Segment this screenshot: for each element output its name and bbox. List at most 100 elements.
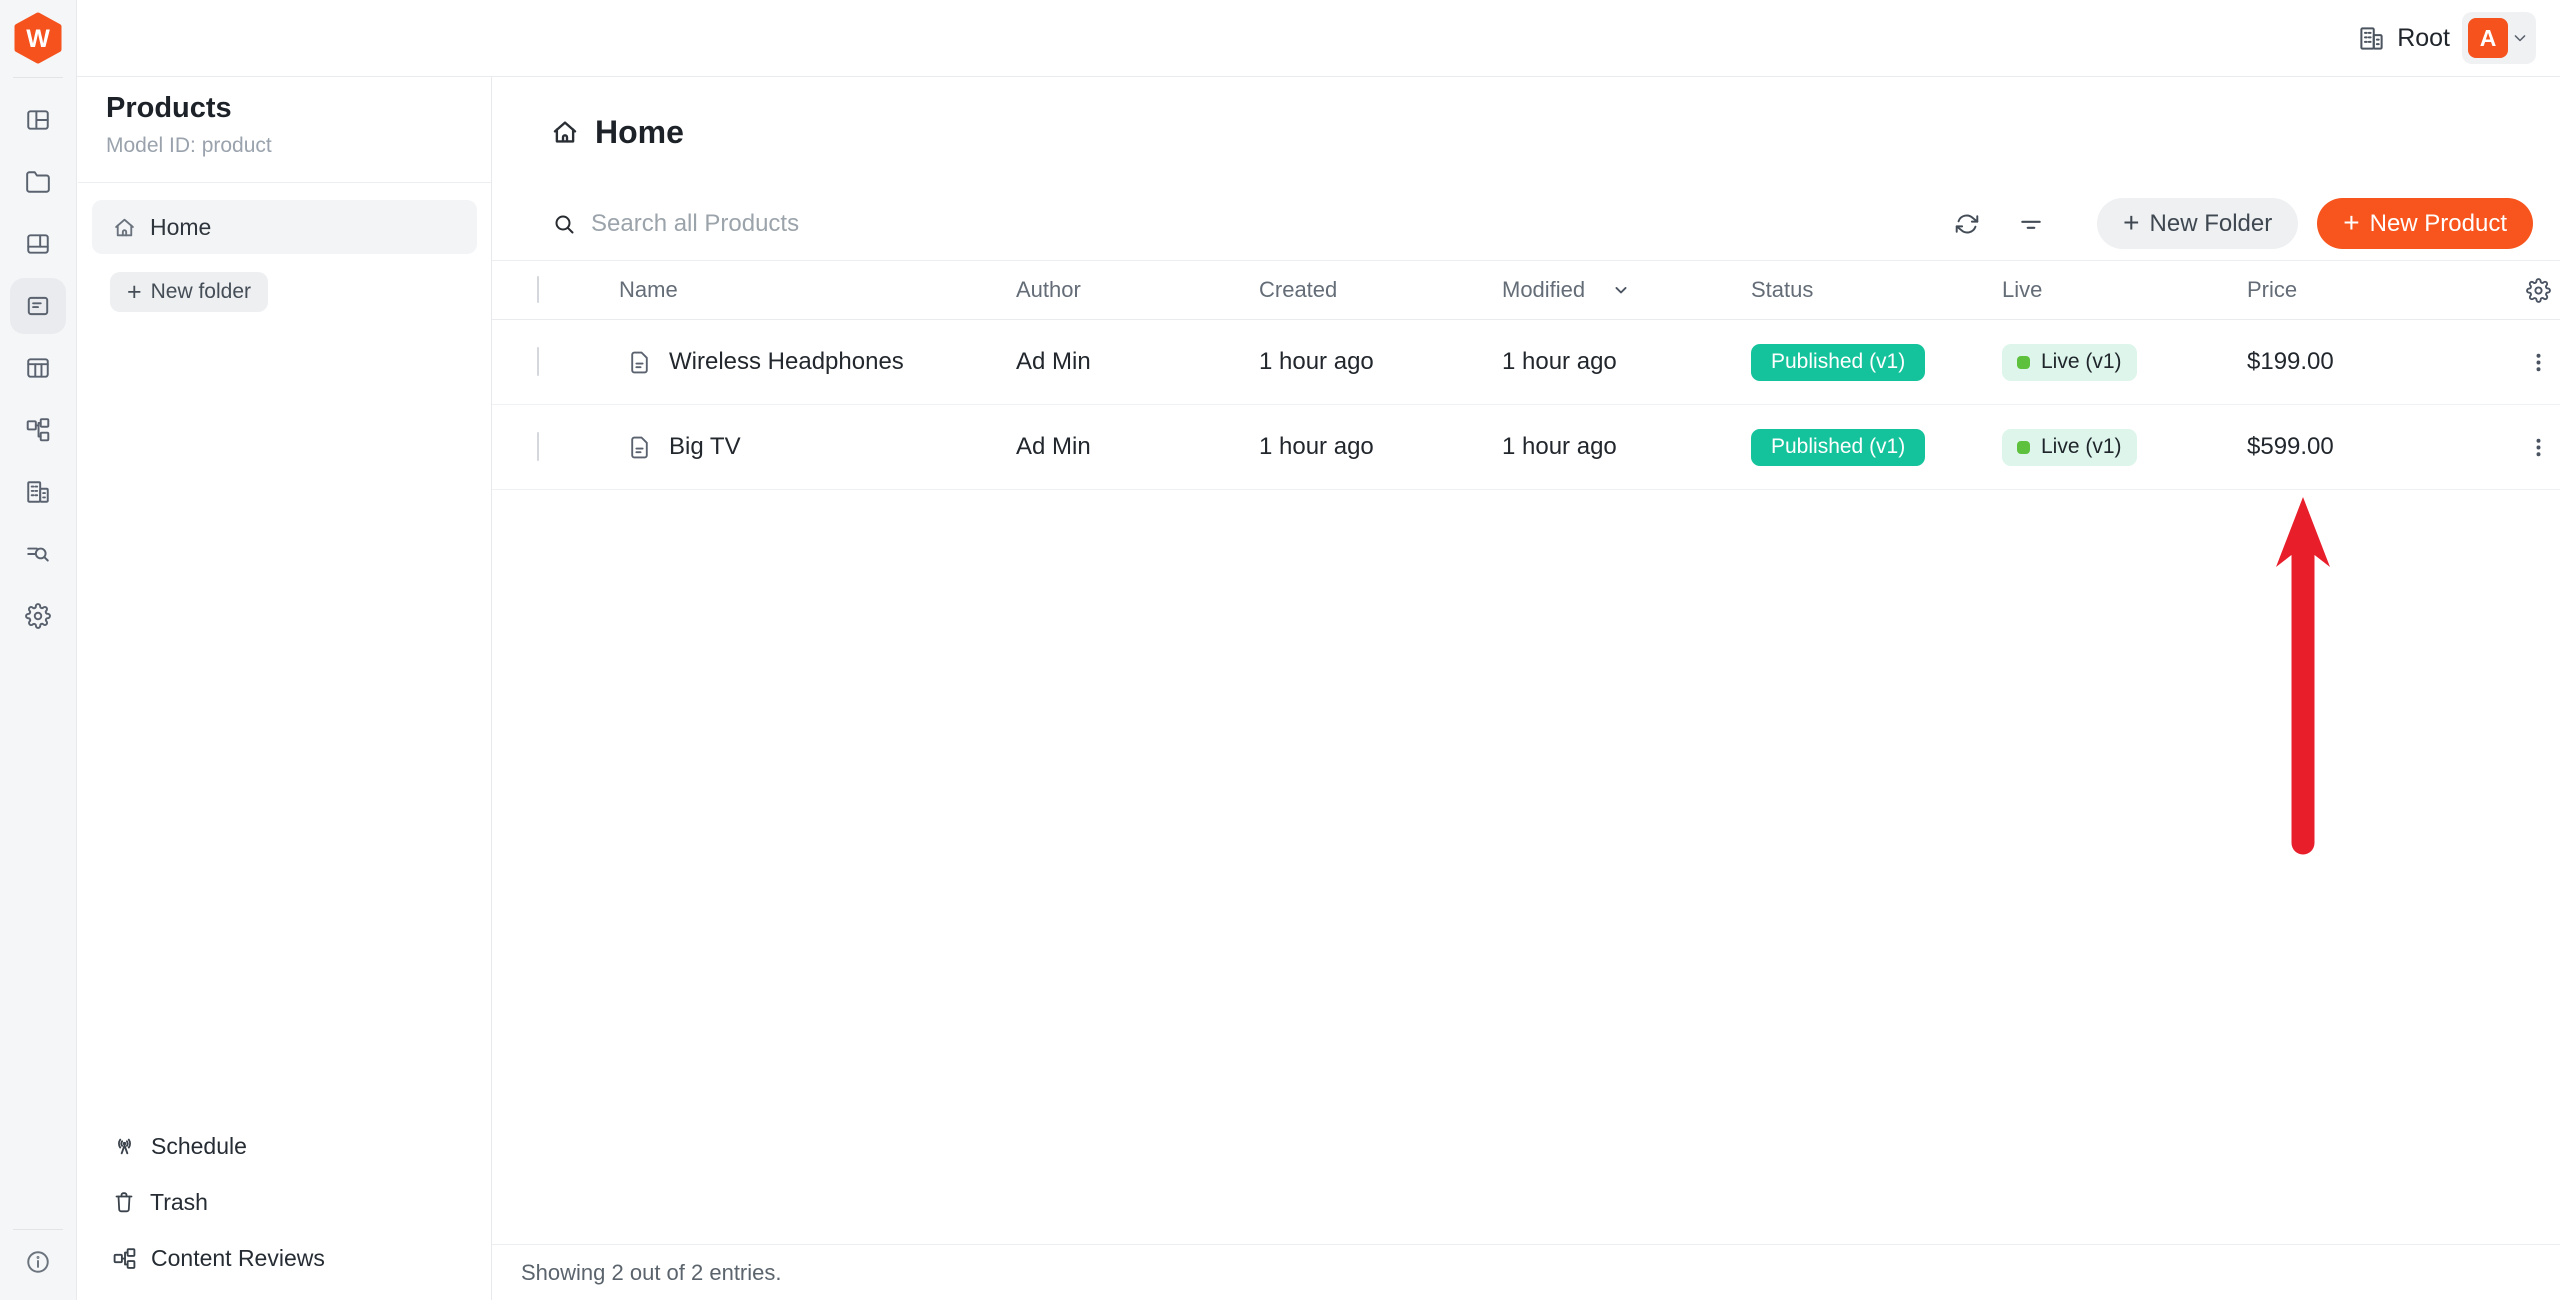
entry-created: 1 hour ago (1259, 348, 1502, 376)
sidebar-item-workflows[interactable] (0, 399, 77, 461)
column-header-created: Created (1259, 277, 1502, 303)
entry-author: Ad Min (1016, 433, 1259, 461)
entry-price: $199.00 (2247, 348, 2510, 376)
new-folder-button[interactable]: + New Folder (2097, 198, 2298, 249)
sidebar-item-settings[interactable] (0, 585, 77, 647)
workflow-icon (10, 402, 66, 458)
folder-icon (10, 154, 66, 210)
sidebar-bottom-group: Schedule Trash Content Reviews (78, 1118, 491, 1286)
entry-name[interactable]: Big TV (669, 433, 741, 461)
live-badge: Live (v1) (2002, 429, 2137, 466)
trash-icon (112, 1190, 136, 1214)
building-icon (2358, 25, 2385, 52)
home-icon (112, 215, 137, 240)
plus-icon: + (127, 280, 142, 305)
row-actions-menu-button[interactable] (2518, 427, 2558, 467)
plus-icon: + (2123, 209, 2139, 237)
kebab-icon (2526, 350, 2551, 375)
sort-chevron-down-icon[interactable] (1611, 280, 1631, 300)
refresh-icon (1954, 211, 1980, 237)
search-icon (552, 212, 576, 236)
info-button[interactable] (0, 1230, 77, 1294)
status-badge: Published (v1) (1751, 429, 1925, 466)
content-reviews-icon (112, 1246, 137, 1271)
entries-count: Showing 2 out of 2 entries. (521, 1260, 782, 1286)
new-folder-button-label: New Folder (2150, 210, 2273, 238)
refresh-button[interactable] (1939, 196, 1995, 252)
sidebar-item-schedule[interactable]: Schedule (78, 1118, 491, 1174)
entry-modified: 1 hour ago (1502, 433, 1751, 461)
broadcast-icon (112, 1134, 137, 1159)
table-row[interactable]: Wireless Headphones Ad Min 1 hour ago 1 … (492, 320, 2560, 405)
table-row[interactable]: Big TV Ad Min 1 hour ago 1 hour ago Publ… (492, 405, 2560, 490)
sidebar-item-audit-logs[interactable] (0, 523, 77, 585)
row-actions-menu-button[interactable] (2518, 342, 2558, 382)
schedule-label: Schedule (151, 1133, 247, 1160)
model-title: Products (106, 91, 491, 126)
rail-divider (13, 77, 63, 78)
user-menu[interactable]: A (2462, 12, 2536, 64)
content-reviews-label: Content Reviews (151, 1245, 325, 1272)
sidebar-item-page-builder[interactable] (0, 213, 77, 275)
sidebar-item-file-manager[interactable] (0, 151, 77, 213)
status-badge: Published (v1) (1751, 344, 1925, 381)
column-header-live: Live (2002, 277, 2247, 303)
sidebar-item-headless-cms[interactable] (0, 275, 77, 337)
audit-logs-icon (10, 526, 66, 582)
main-content: Home + New Folder + New Product Name Aut… (492, 77, 2560, 1300)
model-header: Products Model ID: product (78, 77, 491, 183)
new-product-button[interactable]: + New Product (2317, 198, 2533, 249)
live-badge: Live (v1) (2002, 344, 2137, 381)
live-dot (2017, 356, 2030, 369)
gear-icon (2526, 278, 2551, 303)
entry-author: Ad Min (1016, 348, 1259, 376)
headless-cms-icon (10, 278, 66, 334)
entry-created: 1 hour ago (1259, 433, 1502, 461)
table-header: Name Author Created Modified Status Live… (492, 261, 2560, 320)
avatar: A (2468, 18, 2508, 58)
table-footer: Showing 2 out of 2 entries. (492, 1244, 2560, 1300)
tenant-selector[interactable]: Root (2358, 24, 2450, 53)
logo-letter: W (26, 25, 50, 53)
info-icon (25, 1249, 51, 1275)
kebab-icon (2526, 435, 2551, 460)
select-all-checkbox[interactable] (537, 276, 539, 303)
dashboard-icon (10, 92, 66, 148)
sidebar-item-label: Home (150, 214, 211, 241)
tenant-building-icon (10, 464, 66, 520)
live-dot (2017, 441, 2030, 454)
toolbar: + New Folder + New Product (492, 187, 2560, 261)
sidebar-item-home[interactable]: Home (92, 200, 477, 254)
sidebar-item-forms[interactable] (0, 337, 77, 399)
app-rail: W (0, 0, 77, 1300)
sidebar-item-content-reviews[interactable]: Content Reviews (78, 1230, 491, 1286)
row-checkbox[interactable] (537, 347, 539, 376)
entry-name[interactable]: Wireless Headphones (669, 348, 904, 376)
filter-button[interactable] (2003, 196, 2059, 252)
filter-icon (2018, 211, 2044, 237)
document-icon (627, 350, 652, 375)
page-builder-icon (10, 216, 66, 272)
column-header-price: Price (2247, 277, 2510, 303)
new-folder-label: New folder (151, 280, 251, 304)
model-sidebar: Products Model ID: product Home + New fo… (78, 77, 492, 1300)
sidebar-item-trash[interactable]: Trash (78, 1174, 491, 1230)
table-settings-button[interactable] (2518, 270, 2558, 310)
table-icon (10, 340, 66, 396)
page-header: Home (492, 77, 2560, 187)
plus-icon: + (2343, 209, 2359, 237)
model-id-subtitle: Model ID: product (106, 134, 491, 158)
webiny-logo[interactable]: W (12, 12, 64, 64)
column-header-modified: Modified (1502, 277, 1585, 303)
chevron-down-icon (2510, 28, 2530, 48)
entry-price: $599.00 (2247, 433, 2510, 461)
entry-modified: 1 hour ago (1502, 348, 1751, 376)
sidebar-item-tenant-manager[interactable] (0, 461, 77, 523)
row-checkbox[interactable] (537, 432, 539, 461)
tenant-label: Root (2397, 24, 2450, 53)
sidebar-item-dashboard[interactable] (0, 89, 77, 151)
sidebar-new-folder-button[interactable]: + New folder (110, 272, 268, 312)
search-input[interactable] (589, 209, 1493, 239)
home-icon (550, 117, 580, 147)
trash-label: Trash (150, 1189, 208, 1216)
